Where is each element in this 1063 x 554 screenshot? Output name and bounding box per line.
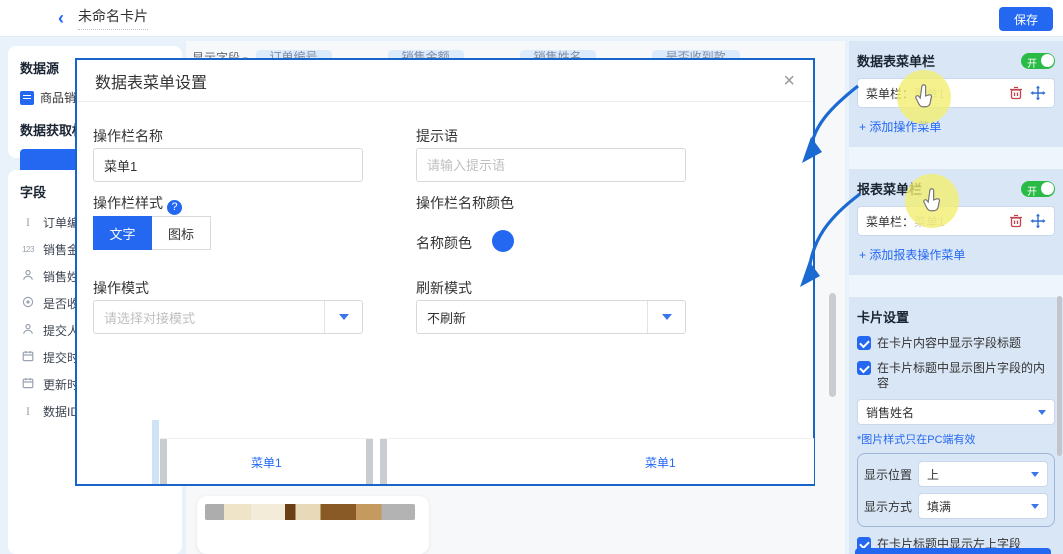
refresh-value: 不刷新 <box>417 308 647 327</box>
card-photo <box>205 504 415 520</box>
scroll-edge <box>380 439 387 484</box>
back-icon[interactable]: ‹ <box>58 8 64 29</box>
menu-name-input[interactable] <box>93 148 363 182</box>
tip-label: 提示语 <box>416 126 458 146</box>
name-label: 操作栏名称 <box>93 126 163 146</box>
modal-title: 数据表菜单设置 <box>95 69 207 93</box>
menu-preview-label[interactable]: 菜单1 <box>251 454 282 471</box>
hand-cursor-icon <box>919 188 945 214</box>
canvas-scrollbar[interactable] <box>829 293 836 397</box>
dropdown-arrow-icon <box>647 301 685 333</box>
hand-cursor-icon <box>911 84 937 110</box>
page-title[interactable]: 未命名卡片 <box>78 6 148 30</box>
refresh-select[interactable]: 不刷新 <box>416 300 686 334</box>
card-settings-title: 卡片设置 <box>857 307 1055 326</box>
move-icon[interactable] <box>1030 85 1046 101</box>
close-icon[interactable]: × <box>783 71 795 91</box>
checkbox-checked-icon[interactable] <box>857 336 871 350</box>
name-color-section-label: 操作栏名称颜色 <box>416 193 514 213</box>
checkbox-checked-icon[interactable] <box>857 361 871 375</box>
table-menu-item[interactable]: 菜单栏： 菜单1 <box>857 78 1055 108</box>
top-bar: ‹ 未命名卡片 保存 <box>0 0 1063 37</box>
mode-placeholder: 请选择对接模式 <box>94 308 324 327</box>
menu-preview-label[interactable]: 菜单1 <box>645 454 676 471</box>
scroll-edge <box>366 439 373 484</box>
move-icon[interactable] <box>1030 213 1046 229</box>
dropdown-arrow-icon <box>1031 472 1039 477</box>
calendar-icon <box>20 350 36 365</box>
refresh-label: 刷新模式 <box>416 278 472 298</box>
radio-field-icon <box>20 296 36 311</box>
style-label: 操作栏样式? <box>93 193 182 215</box>
style-icon-button[interactable]: 图标 <box>152 216 211 250</box>
show-field-title-option[interactable]: 在卡片内容中显示字段标题 <box>857 336 1055 351</box>
person-icon <box>20 269 36 284</box>
fit-label: 显示方式 <box>864 498 912 515</box>
position-select[interactable]: 上 <box>918 461 1048 487</box>
image-field-select[interactable]: 销售姓名 <box>857 399 1055 425</box>
number-field-icon: 123 <box>20 245 36 254</box>
help-icon[interactable]: ? <box>167 200 182 215</box>
mode-select[interactable]: 请选择对接模式 <box>93 300 363 334</box>
add-table-menu-link[interactable]: + 添加操作菜单 <box>859 118 1055 135</box>
image-style-group: 显示位置 上 显示方式 填满 <box>857 453 1055 527</box>
calendar-icon <box>20 377 36 392</box>
modal-header: 数据表菜单设置 × <box>77 60 813 102</box>
trash-icon[interactable] <box>1008 85 1024 101</box>
add-report-menu-link[interactable]: + 添加报表操作菜单 <box>859 246 1055 263</box>
card-menu-preview[interactable]: 菜单1 <box>380 438 814 484</box>
report-menu-section: 报表菜单栏 开 菜单栏： 菜单1 + 添加报表操作菜单 <box>849 169 1063 275</box>
scroll-edge <box>160 439 167 484</box>
panel-scrollbar[interactable] <box>1057 296 1062 456</box>
table-menu-settings-modal: 数据表菜单设置 × 操作栏名称 提示语 操作栏样式? 文字 图标 操作栏名称颜色… <box>75 58 815 486</box>
table-menu-title: 数据表菜单栏 <box>857 51 935 70</box>
text-field-icon: I <box>20 404 36 419</box>
name-color-label: 名称颜色 <box>416 233 472 253</box>
text-field-icon: I <box>20 215 36 230</box>
card-preview[interactable] <box>197 496 429 554</box>
trash-icon[interactable] <box>1008 213 1024 229</box>
table-menu-section: 数据表菜单栏 开 菜单栏： 菜单1 + 添加操作菜单 <box>849 41 1063 147</box>
color-swatch[interactable] <box>492 230 514 252</box>
pc-only-note: *图片样式只在PC端有效 <box>857 431 1055 447</box>
report-menu-toggle[interactable]: 开 <box>1021 181 1055 197</box>
dropdown-arrow-icon <box>1038 410 1046 415</box>
card-edge-strip <box>152 420 159 484</box>
dropdown-arrow-icon <box>1031 504 1039 509</box>
mode-label: 操作模式 <box>93 278 149 298</box>
bottom-blue-bar[interactable] <box>855 548 1051 554</box>
card-menu-preview[interactable]: 菜单1 <box>160 438 373 484</box>
settings-panel: 数据表菜单栏 开 菜单栏： 菜单1 + 添加操作菜单 报表菜单栏 开 菜单栏： … <box>849 41 1063 554</box>
style-segment: 文字 图标 <box>93 216 211 250</box>
style-text-button[interactable]: 文字 <box>93 216 152 250</box>
person-icon <box>20 323 36 338</box>
dropdown-arrow-icon <box>324 301 362 333</box>
cursor-highlight <box>905 174 959 228</box>
table-menu-toggle[interactable]: 开 <box>1021 53 1055 69</box>
cursor-highlight <box>897 70 951 124</box>
sheet-icon <box>20 91 34 105</box>
card-settings-section: 卡片设置 在卡片内容中显示字段标题 在卡片标题中显示图片字段的内容 销售姓名 *… <box>849 297 1063 554</box>
fit-select[interactable]: 填满 <box>918 493 1048 519</box>
tip-input[interactable] <box>416 148 686 182</box>
show-image-field-option[interactable]: 在卡片标题中显示图片字段的内容 <box>857 361 1055 391</box>
save-button[interactable]: 保存 <box>999 7 1053 31</box>
position-label: 显示位置 <box>864 466 912 483</box>
